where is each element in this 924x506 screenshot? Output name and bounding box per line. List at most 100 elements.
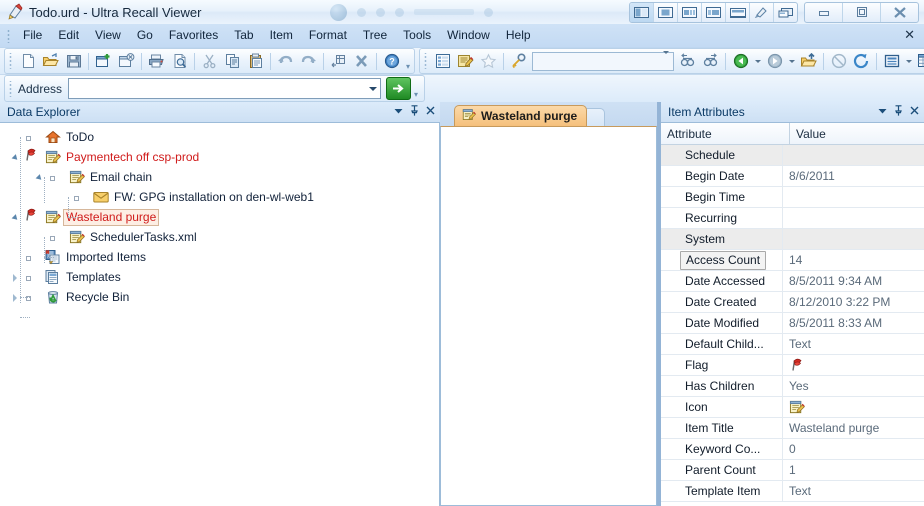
- toolbar-grip[interactable]: [8, 53, 14, 69]
- attribute-name-cell[interactable]: Template Item: [661, 481, 783, 501]
- address-input[interactable]: [72, 80, 369, 97]
- tree-node[interactable]: Wasteland purge: [0, 207, 439, 227]
- panel-close-icon[interactable]: [910, 106, 919, 118]
- grid-view-icon[interactable]: [914, 50, 924, 72]
- attribute-name-cell[interactable]: System: [661, 229, 783, 249]
- panel-close-icon[interactable]: [426, 106, 435, 118]
- copy-icon[interactable]: [221, 50, 244, 72]
- menu-favorites[interactable]: Favorites: [161, 25, 226, 46]
- tree-node-label[interactable]: Imported Items: [63, 249, 149, 266]
- tree-node[interactable]: Imported Items: [0, 247, 439, 267]
- redo-icon[interactable]: [297, 50, 320, 72]
- new-document-icon[interactable]: [16, 50, 39, 72]
- attribute-value-cell[interactable]: [783, 208, 924, 228]
- address-overflow-icon[interactable]: ▾: [411, 77, 421, 101]
- edit-item-icon[interactable]: [454, 50, 477, 72]
- tree-node-label[interactable]: Templates: [63, 269, 124, 286]
- tree-node-label[interactable]: Paymentech off csp-prod: [63, 149, 202, 166]
- properties-dropdown-icon[interactable]: [903, 50, 914, 72]
- attribute-value-cell[interactable]: Yes: [783, 376, 924, 396]
- menu-item[interactable]: Item: [262, 25, 301, 46]
- attribute-value-cell[interactable]: 8/12/2010 3:22 PM: [783, 292, 924, 312]
- outline-view-icon[interactable]: [431, 50, 454, 72]
- view-restore-pane-button[interactable]: [774, 3, 797, 22]
- panel-pin-icon[interactable]: [410, 105, 419, 119]
- tree-expander-open-icon[interactable]: [34, 167, 47, 187]
- tree-expander-closed-icon[interactable]: [10, 267, 23, 287]
- menubar-grip[interactable]: [5, 28, 12, 43]
- attribute-name-cell[interactable]: Access Count: [661, 250, 783, 270]
- view-layout-left-button[interactable]: [630, 2, 654, 22]
- menu-edit[interactable]: Edit: [50, 25, 87, 46]
- attribute-row[interactable]: Has Children Yes: [661, 376, 924, 397]
- minimize-button[interactable]: [805, 2, 843, 22]
- panel-menu-icon[interactable]: [878, 107, 887, 118]
- attribute-value-cell[interactable]: 8/6/2011: [783, 166, 924, 186]
- attribute-value-cell[interactable]: 8/5/2011 8:33 AM: [783, 313, 924, 333]
- attribute-row[interactable]: Keyword Co... 0: [661, 439, 924, 460]
- attribute-name-cell[interactable]: Begin Date: [661, 166, 783, 186]
- attribute-name-cell[interactable]: Begin Time: [661, 187, 783, 207]
- attribute-row[interactable]: Date Accessed 8/5/2011 9:34 AM: [661, 271, 924, 292]
- attribute-name-cell[interactable]: Recurring: [661, 208, 783, 228]
- cut-icon[interactable]: [198, 50, 221, 72]
- tree-node-label[interactable]: SchedulerTasks.xml: [87, 229, 200, 246]
- attribute-row[interactable]: Date Created 8/12/2010 3:22 PM: [661, 292, 924, 313]
- menu-view[interactable]: View: [87, 25, 129, 46]
- close-document-icon[interactable]: ✕: [904, 28, 915, 41]
- panel-menu-icon[interactable]: [394, 107, 403, 118]
- attribute-name-cell[interactable]: Item Title: [661, 418, 783, 438]
- back-dropdown-icon[interactable]: [752, 50, 763, 72]
- up-folder-icon[interactable]: [797, 50, 820, 72]
- help-icon[interactable]: ?: [380, 50, 403, 72]
- tree-node[interactable]: ToDo: [0, 127, 439, 147]
- attribute-value-cell[interactable]: [783, 229, 924, 249]
- menu-file[interactable]: File: [15, 25, 50, 46]
- attribute-value-cell[interactable]: Wasteland purge: [783, 418, 924, 438]
- attribute-value-cell[interactable]: 14: [783, 250, 924, 270]
- attribute-row[interactable]: Begin Date 8/6/2011: [661, 166, 924, 187]
- attribute-row[interactable]: Template Item Text: [661, 481, 924, 502]
- view-pin-button[interactable]: [750, 2, 774, 22]
- tree-node[interactable]: Templates: [0, 267, 439, 287]
- menu-tree[interactable]: Tree: [355, 25, 395, 46]
- document-content[interactable]: [440, 126, 657, 506]
- menu-help[interactable]: Help: [498, 25, 539, 46]
- tree-node-label[interactable]: FW: GPG installation on den-wl-web1: [111, 189, 317, 206]
- attribute-value-cell[interactable]: [783, 187, 924, 207]
- attribute-name-cell[interactable]: Default Child...: [661, 334, 783, 354]
- attribute-row[interactable]: Access Count 14: [661, 250, 924, 271]
- red-flag-icon[interactable]: [23, 147, 43, 167]
- address-grip[interactable]: [8, 80, 14, 97]
- attribute-value-cell[interactable]: Text: [783, 481, 924, 501]
- menu-format[interactable]: Format: [301, 25, 355, 46]
- attribute-name-cell[interactable]: Has Children: [661, 376, 783, 396]
- chevron-down-icon[interactable]: [663, 51, 669, 68]
- close-window-icon[interactable]: [115, 50, 138, 72]
- attribute-row[interactable]: System: [661, 229, 924, 250]
- tree-node-label[interactable]: Recycle Bin: [63, 289, 132, 306]
- delete-icon[interactable]: [350, 50, 373, 72]
- open-folder-icon[interactable]: [39, 50, 62, 72]
- toolbar-grip-2[interactable]: [423, 53, 429, 69]
- attribute-name-cell[interactable]: Date Modified: [661, 313, 783, 333]
- forward-icon[interactable]: [763, 50, 786, 72]
- menu-tab[interactable]: Tab: [226, 25, 261, 46]
- attribute-row[interactable]: Flag: [661, 355, 924, 376]
- window-control-buttons[interactable]: [804, 1, 919, 23]
- view-layout-horizontal-button[interactable]: [726, 2, 750, 22]
- tree-node[interactable]: Recycle Bin: [0, 287, 439, 307]
- attribute-name-cell[interactable]: Date Created: [661, 292, 783, 312]
- view-layout-split-button[interactable]: [678, 2, 702, 22]
- attribute-row[interactable]: Recurring: [661, 208, 924, 229]
- attribute-value-cell[interactable]: Text: [783, 334, 924, 354]
- attribute-value-cell[interactable]: [783, 145, 924, 165]
- column-header-value[interactable]: Value: [790, 123, 924, 144]
- tree-node-label[interactable]: ToDo: [63, 129, 97, 146]
- attribute-name-cell[interactable]: Date Accessed: [661, 271, 783, 291]
- maximize-button[interactable]: [843, 2, 881, 22]
- column-header-attribute[interactable]: Attribute: [661, 123, 790, 144]
- refresh-icon[interactable]: [850, 50, 873, 72]
- data-explorer-tree[interactable]: ToDo Paymentech off csp-prod Email chain FW…: [0, 123, 440, 506]
- favorite-star-icon[interactable]: [477, 50, 500, 72]
